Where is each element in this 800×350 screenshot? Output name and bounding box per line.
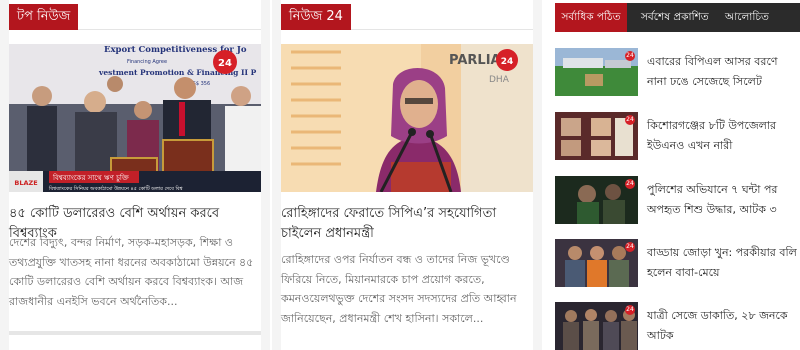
channel-badge-icon: 24: [625, 51, 635, 61]
tab-most-read[interactable]: সর্বাধিক পঠিত: [555, 3, 627, 32]
sidebar-list-item[interactable]: 24 এবারের বিপিএল আসর বরণে নানা ঢঙে সেজেছ…: [555, 48, 800, 96]
news24-photo-art: PARLIAM DHA 24: [281, 44, 533, 192]
tab-discussed[interactable]: আলোচিত সংবাদ: [719, 3, 800, 52]
channel-badge-icon: 24: [625, 179, 635, 189]
sidebar-column: সর্বাধিক পঠিত সর্বশেষ প্রকাশিত আলোচিত সং…: [545, 0, 800, 350]
backdrop-subtext: DHA: [489, 75, 510, 85]
channel-badge-icon: 24: [625, 305, 635, 315]
news24-excerpt: রোহিঙ্গাদের ওপর নির্যাতন বন্ধ ও তাদের নি…: [281, 253, 517, 325]
card-divider: [9, 331, 261, 335]
news24-title[interactable]: রোহিঙ্গাদের ফেরাতে সিপিএ’র সহযোগিতা চাইল…: [281, 204, 533, 244]
channel-logo: BLAZE: [14, 179, 37, 187]
sidebar-list-item[interactable]: 24 যাত্রী সেজে ডাকাতি, ২৮ জনকে আটক: [555, 302, 800, 350]
top-news-heading[interactable]: টপ নিউজ: [9, 4, 79, 30]
sidebar-item-title[interactable]: পুলিশের অভিযানে ৭ ঘন্টা পর অপহৃত শিশু উদ…: [647, 180, 797, 220]
news24-column: নিউজ 24 PARLIAM DHA 24 রোহিঙ্গাদের ফেরাত…: [272, 0, 542, 350]
channel-badge-icon: 24: [625, 242, 635, 252]
sidebar-list-item[interactable]: 24 পুলিশের অভিযানে ৭ ঘন্টা পর অপহৃত শিশু…: [555, 176, 800, 224]
sidebar-tab-bar: সর্বাধিক পঠিত সর্বশেষ প্রকাশিত আলোচিত সং…: [555, 3, 800, 52]
top-news-column: টপ নিউজ Export Competitiveness for Jo ve…: [0, 0, 270, 350]
channel-badge: 24: [501, 57, 514, 67]
tab-latest[interactable]: সর্বশেষ প্রকাশিত: [635, 3, 715, 32]
news-thumbnail[interactable]: 24: [555, 176, 638, 224]
channel-badge-icon: 24: [625, 115, 635, 125]
news24-card: নিউজ 24 PARLIAM DHA 24 রোহিঙ্গাদের ফেরাত…: [281, 0, 533, 350]
news-thumbnail[interactable]: 24: [555, 239, 638, 287]
top-news-photo-art: Export Competitiveness for Jo vestment P…: [9, 44, 261, 192]
banner-text-3: Financing Agree: [127, 59, 167, 65]
channel-badge: 24: [218, 58, 232, 69]
news24-photo[interactable]: PARLIAM DHA 24: [281, 44, 533, 192]
top-news-excerpt: দেশের বিদ্যুৎ, বন্দর নির্মাণ, সড়ক-মহাসড…: [9, 236, 254, 308]
sidebar-item-title[interactable]: যাত্রী সেজে ডাকাতি, ২৮ জনকে আটক: [647, 306, 797, 346]
ticker-main: বিশ্বব্যাংকের সাথে ঋণ চুক্তি: [52, 174, 129, 182]
news-thumbnail[interactable]: 24: [555, 302, 638, 350]
sidebar-item-title[interactable]: বাড্ডায় জোড়া খুন: পরকীয়ার বলি হলেন বা…: [647, 243, 797, 283]
news24-heading[interactable]: নিউজ 24: [281, 4, 351, 30]
sidebar-item-title[interactable]: কিশোরগঞ্জের ৮টি উপজেলার ইউএনও এখন নারী: [647, 116, 797, 156]
sidebar-list-item[interactable]: 24 বাড্ডায় জোড়া খুন: পরকীয়ার বলি হলেন…: [555, 239, 800, 287]
top-news-photo[interactable]: Export Competitiveness for Jo vestment P…: [9, 44, 261, 192]
sidebar-list-item[interactable]: 24 কিশোরগঞ্জের ৮টি উপজেলার ইউএনও এখন নার…: [555, 112, 800, 160]
sidebar-item-title[interactable]: এবারের বিপিএল আসর বরণে নানা ঢঙে সেজেছে স…: [647, 52, 797, 92]
news-thumbnail[interactable]: 24: [555, 112, 638, 160]
news-thumbnail[interactable]: 24: [555, 48, 638, 96]
ticker-sub: বিশ্বব্যাংকের সিনিয়র অবকাঠামো উন্নয়নে …: [48, 185, 183, 192]
top-news-card: টপ নিউজ Export Competitiveness for Jo ve…: [9, 0, 261, 350]
